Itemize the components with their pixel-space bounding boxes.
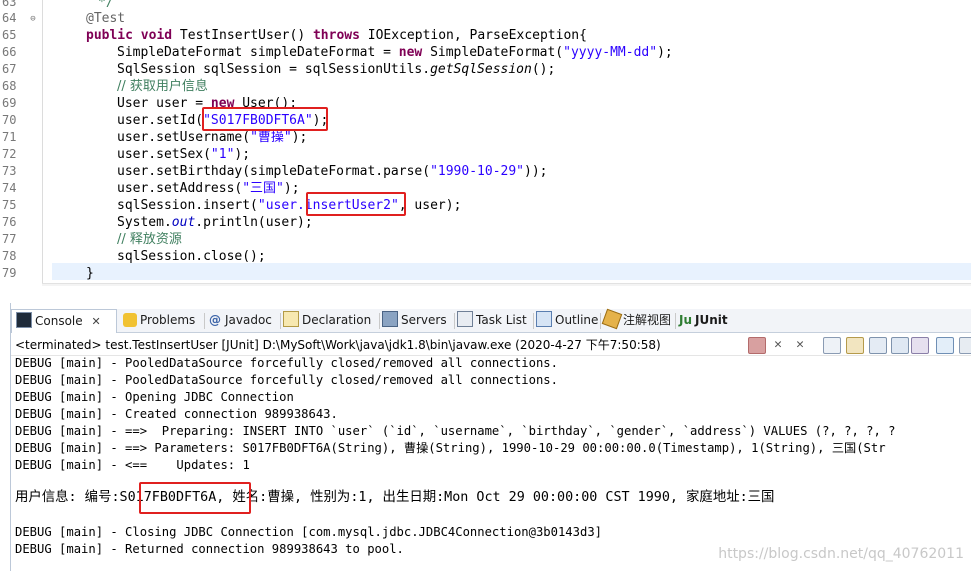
code-line: user.setBirthday(simpleDateFormat.parse(… bbox=[117, 164, 548, 179]
console-status-row: <terminated> test.TestInsertUser [JUnit]… bbox=[11, 333, 971, 356]
close-icon[interactable]: ✕ bbox=[91, 315, 100, 328]
console-output[interactable]: DEBUG [main] - PooledDataSource forceful… bbox=[15, 355, 970, 571]
at-icon: @ bbox=[209, 313, 221, 327]
highlight-box-id bbox=[202, 107, 328, 131]
code-line-annotation: @Test bbox=[86, 11, 126, 26]
show-on-output-icon[interactable] bbox=[891, 337, 909, 354]
tab-separator bbox=[454, 313, 455, 329]
tab-junit[interactable]: Ju JUnit bbox=[679, 309, 728, 332]
tab-label: Declaration bbox=[302, 313, 372, 327]
remove-all-icon[interactable]: ✕ bbox=[792, 337, 808, 352]
tab-declaration[interactable]: Declaration bbox=[283, 309, 371, 332]
code-editor[interactable]: 63 64 ⊖ 65 66 67 68 69 70 71 72 73 74 75… bbox=[0, 0, 971, 286]
line-number: 74 bbox=[2, 181, 17, 195]
watermark: https://blog.csdn.net/qq_40762011 bbox=[718, 546, 964, 562]
problems-icon bbox=[123, 313, 137, 327]
line-number: 71 bbox=[2, 130, 17, 144]
log-line: DEBUG [main] - PooledDataSource forceful… bbox=[15, 373, 558, 387]
line-number: 69 bbox=[2, 96, 17, 110]
line-number: 70 bbox=[2, 113, 17, 127]
line-number: 75 bbox=[2, 198, 17, 212]
log-line: DEBUG [main] - ==> Parameters: S017FB0DF… bbox=[15, 441, 886, 455]
tab-label: Javadoc bbox=[225, 313, 272, 327]
line-number: 76 bbox=[2, 215, 17, 229]
junit-icon: Ju bbox=[679, 313, 693, 327]
code-line-method-signature: public void TestInsertUser() throws IOEx… bbox=[86, 28, 587, 43]
tab-separator bbox=[204, 313, 205, 329]
code-line: user.setSex("1"); bbox=[117, 147, 251, 162]
clear-console-icon[interactable] bbox=[823, 337, 841, 354]
code-line: user.setAddress("三国"); bbox=[117, 181, 300, 196]
line-number: 66 bbox=[2, 45, 17, 59]
tab-separator bbox=[533, 313, 534, 329]
log-line: DEBUG [main] - Opening JDBC Connection bbox=[15, 390, 294, 404]
log-line: DEBUG [main] - ==> Preparing: INSERT INT… bbox=[15, 424, 896, 438]
task-list-icon bbox=[457, 311, 473, 327]
line-number: 67 bbox=[2, 62, 17, 76]
code-line: SqlSession sqlSession = sqlSessionUtils.… bbox=[117, 62, 556, 77]
tab-label: Problems bbox=[140, 313, 196, 327]
view-tab-bar: Console ✕ Problems @ Javadoc Declaration … bbox=[11, 308, 971, 333]
tab-label: 注解视图 bbox=[623, 313, 672, 327]
tab-outline[interactable]: Outline bbox=[536, 309, 598, 332]
code-line: user.setUsername("曹操"); bbox=[117, 130, 308, 145]
tab-label: Outline bbox=[555, 313, 599, 327]
tab-problems[interactable]: Problems bbox=[123, 309, 195, 332]
tab-separator bbox=[280, 313, 281, 329]
process-status-label: <terminated> test.TestInsertUser [JUnit]… bbox=[15, 338, 661, 352]
line-number: 79 bbox=[2, 266, 17, 280]
servers-icon bbox=[382, 311, 398, 327]
line-number: 68 bbox=[2, 79, 17, 93]
code-line: SimpleDateFormat simpleDateFormat = new … bbox=[117, 45, 673, 60]
code-line: System.out.println(user); bbox=[117, 215, 313, 230]
tab-console[interactable]: Console ✕ bbox=[11, 309, 117, 333]
user-info-output: 用户信息: 编号:S017FB0DFT6A, 姓名:曹操, 性别为:1, 出生日… bbox=[15, 490, 775, 505]
scroll-lock-icon[interactable] bbox=[846, 337, 864, 354]
code-comment: // 释放资源 bbox=[117, 232, 182, 247]
code-line: sqlSession.close(); bbox=[117, 249, 266, 264]
highlight-box-output-id bbox=[139, 482, 251, 514]
log-line: DEBUG [main] - PooledDataSource forceful… bbox=[15, 356, 558, 370]
tab-separator bbox=[600, 313, 601, 329]
fold-collapse-icon[interactable]: ⊖ bbox=[28, 14, 38, 24]
scroll-left-icon[interactable]: < bbox=[54, 284, 61, 286]
console-icon bbox=[16, 312, 32, 328]
log-line: DEBUG [main] - Returned connection 98993… bbox=[15, 542, 404, 556]
tab-label: Servers bbox=[401, 313, 447, 327]
tab-javadoc[interactable]: @ Javadoc bbox=[209, 309, 272, 332]
line-number: 78 bbox=[2, 249, 17, 263]
pen-icon bbox=[601, 308, 623, 330]
code-line-closing-brace: } bbox=[86, 266, 94, 281]
word-wrap-icon[interactable] bbox=[869, 337, 887, 354]
log-line: DEBUG [main] - Created connection 989938… bbox=[15, 407, 338, 421]
pin-console-icon[interactable] bbox=[936, 337, 954, 354]
tab-annotations[interactable]: 注解视图 bbox=[601, 308, 672, 332]
editor-horizontal-scrollbar[interactable]: < bbox=[42, 283, 971, 286]
tab-task-list[interactable]: Task List bbox=[457, 309, 527, 332]
tab-label: Task List bbox=[476, 313, 527, 327]
tab-servers[interactable]: Servers bbox=[382, 309, 447, 332]
tab-separator bbox=[379, 313, 380, 329]
line-number: 77 bbox=[2, 232, 17, 246]
tab-separator bbox=[675, 313, 676, 329]
line-number: 65 bbox=[2, 28, 17, 42]
line-number: 73 bbox=[2, 164, 17, 178]
line-number: 72 bbox=[2, 147, 17, 161]
console-view: Console ✕ Problems @ Javadoc Declaration … bbox=[10, 303, 971, 571]
current-line-highlight bbox=[52, 263, 971, 280]
log-line: DEBUG [main] - <== Updates: 1 bbox=[15, 458, 250, 472]
code-comment: // 获取用户信息 bbox=[117, 79, 208, 94]
code-line-insert: sqlSession.insert("user.insertUser2", us… bbox=[117, 198, 462, 213]
outline-icon bbox=[536, 311, 552, 327]
tab-label: JUnit bbox=[695, 313, 728, 327]
show-on-error-icon[interactable] bbox=[911, 337, 929, 354]
tab-label: Console bbox=[35, 314, 83, 328]
log-line: DEBUG [main] - Closing JDBC Connection [… bbox=[15, 525, 602, 539]
line-number-gutter: 63 64 ⊖ 65 66 67 68 69 70 71 72 73 74 75… bbox=[0, 0, 43, 286]
open-console-icon[interactable] bbox=[959, 337, 971, 354]
highlight-box-statement-id bbox=[306, 192, 406, 216]
remove-launch-icon[interactable]: ✕ bbox=[770, 337, 786, 352]
declaration-icon bbox=[283, 311, 299, 327]
terminate-icon[interactable] bbox=[748, 337, 766, 354]
